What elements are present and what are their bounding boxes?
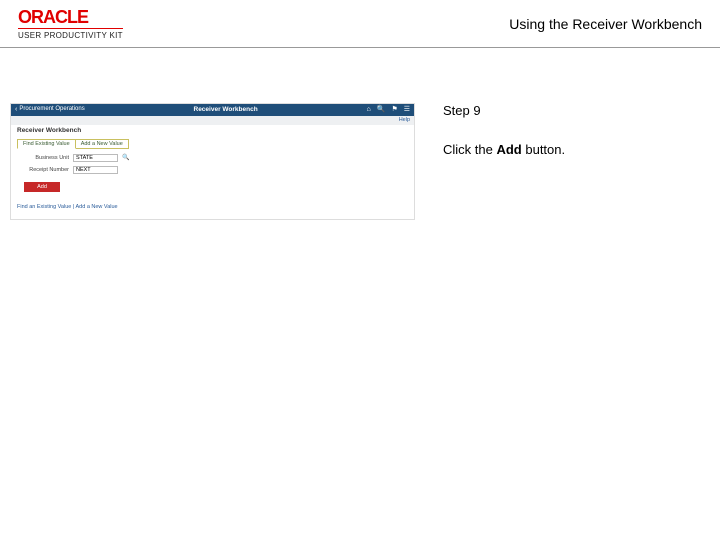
tab-add-new[interactable]: Add a New Value <box>76 139 129 150</box>
app-screenshot: ‹ Procurement Operations Receiver Workbe… <box>10 103 415 220</box>
id-input[interactable] <box>73 166 118 174</box>
instruction-panel: Step 9 Click the Add button. <box>425 48 720 220</box>
flag-icon[interactable]: ⚑ <box>391 106 397 114</box>
oracle-logo: ORACLE <box>18 8 123 26</box>
screenshot-panel: ‹ Procurement Operations Receiver Workbe… <box>0 48 425 220</box>
bu-input[interactable] <box>73 154 118 162</box>
page-title: Using the Receiver Workbench <box>509 16 702 32</box>
app-title: Receiver Workbench <box>85 106 367 114</box>
section-heading: Receiver Workbench <box>11 125 414 137</box>
tab-strip: Find Existing Value Add a New Value <box>11 137 414 152</box>
chevron-left-icon: ‹ <box>15 106 17 114</box>
step-text-prefix: Click the <box>443 142 496 157</box>
id-label: Receipt Number <box>19 167 69 174</box>
add-form: Business Unit 🔍 Receipt Number Add <box>11 151 414 198</box>
brand-block: ORACLE USER PRODUCTIVITY KIT <box>18 8 123 40</box>
app-toolbar-icons: ⌂ 🔍 ⚑ ☰ <box>366 106 410 114</box>
tab-find-existing[interactable]: Find Existing Value <box>17 139 76 150</box>
lookup-icon[interactable]: 🔍 <box>122 155 129 162</box>
app-topbar: ‹ Procurement Operations Receiver Workbe… <box>11 104 414 116</box>
menu-lines-icon[interactable]: ☰ <box>404 106 410 114</box>
upk-subbrand: USER PRODUCTIVITY KIT <box>18 28 123 40</box>
step-instruction: Click the Add button. <box>443 142 708 157</box>
back-label: Procurement Operations <box>19 106 84 113</box>
home-icon[interactable]: ⌂ <box>366 106 370 114</box>
back-nav[interactable]: ‹ Procurement Operations <box>15 106 85 114</box>
footer-tab-links[interactable]: Find an Existing Value | Add a New Value <box>11 198 414 219</box>
bu-label: Business Unit <box>19 155 69 162</box>
step-number: Step 9 <box>443 103 708 118</box>
add-button[interactable]: Add <box>24 182 60 192</box>
search-icon[interactable]: 🔍 <box>377 106 386 114</box>
help-link[interactable]: Help <box>11 116 414 125</box>
step-text-bold: Add <box>496 142 521 157</box>
step-text-suffix: button. <box>522 142 565 157</box>
